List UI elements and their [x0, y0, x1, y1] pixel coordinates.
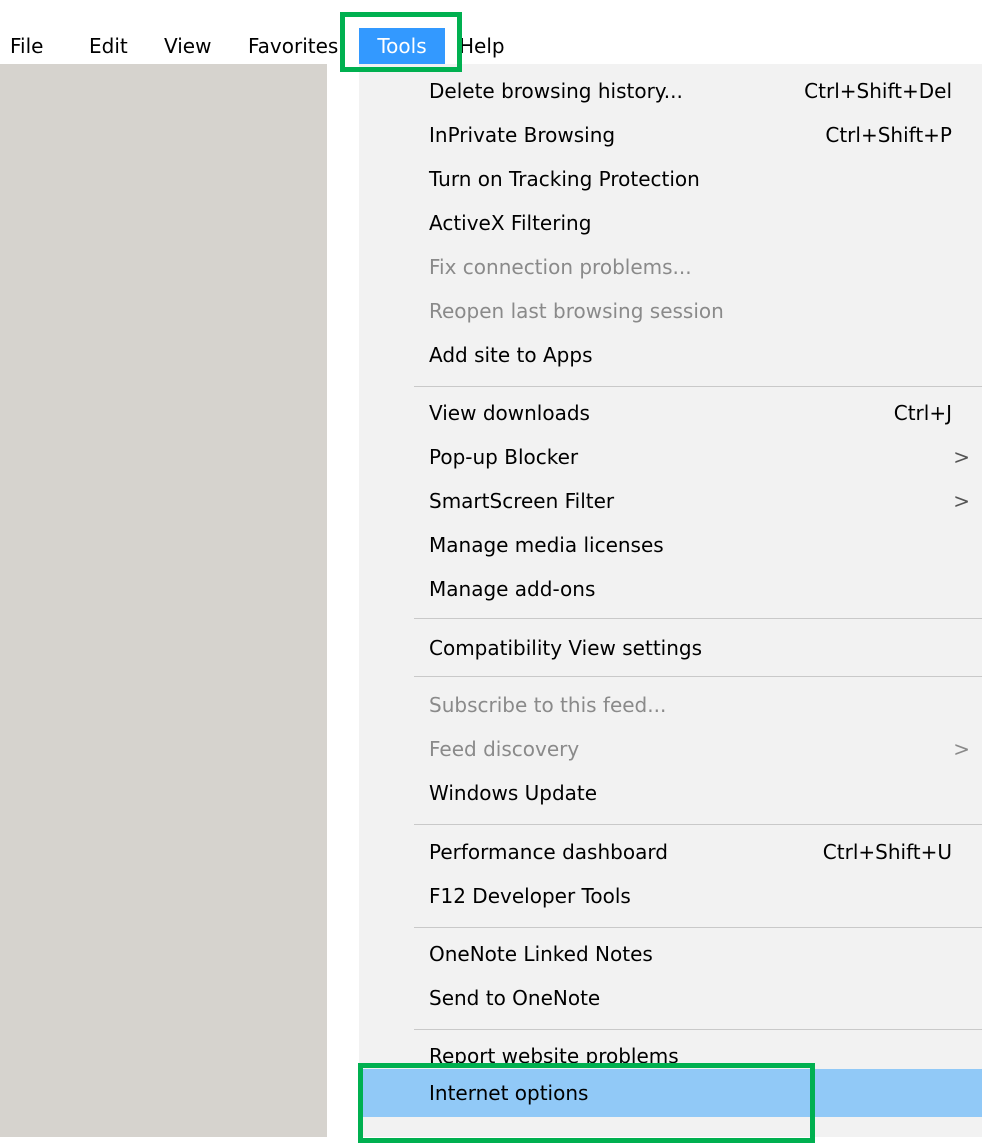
menu-item-label: Internet options — [429, 1081, 589, 1105]
menu-item-label: Subscribe to this feed... — [429, 693, 667, 717]
menu-item-shortcut: Ctrl+Shift+Del — [804, 79, 952, 103]
menu-item-label: Send to OneNote — [429, 986, 601, 1010]
menu-item-label: Reopen last browsing session — [429, 299, 724, 323]
menu-item-fix-connection-problems: Fix connection problems... — [359, 245, 982, 289]
menu-item-label: Fix connection problems... — [429, 255, 692, 279]
menu-help[interactable]: Help — [453, 28, 511, 64]
menu-item-inprivate-browsing[interactable]: InPrivate Browsing Ctrl+Shift+P — [359, 113, 982, 157]
tools-dropdown-menu: Delete browsing history... Ctrl+Shift+De… — [359, 64, 982, 1137]
menu-edit[interactable]: Edit — [83, 28, 134, 64]
menu-item-feed-discovery: Feed discovery > — [359, 727, 982, 771]
menu-item-popup-blocker[interactable]: Pop-up Blocker > — [359, 435, 982, 479]
menu-item-subscribe-to-feed: Subscribe to this feed... — [359, 683, 982, 727]
menu-separator — [414, 824, 982, 825]
menu-item-f12-developer-tools[interactable]: F12 Developer Tools — [359, 874, 982, 918]
menu-separator — [414, 1029, 982, 1030]
menu-item-label: Delete browsing history... — [429, 79, 683, 103]
menu-item-label: View downloads — [429, 401, 590, 425]
menu-file[interactable]: File — [4, 28, 49, 64]
menu-item-label: Turn on Tracking Protection — [429, 167, 700, 191]
menu-gutter — [327, 64, 359, 1137]
menu-item-tracking-protection[interactable]: Turn on Tracking Protection — [359, 157, 982, 201]
menu-tools[interactable]: Tools — [359, 28, 445, 64]
menu-item-shortcut: Ctrl+Shift+P — [825, 123, 952, 147]
menu-item-add-site-to-apps[interactable]: Add site to Apps — [359, 333, 982, 377]
chevron-right-icon: > — [953, 737, 970, 761]
menu-item-label: InPrivate Browsing — [429, 123, 616, 147]
chevron-right-icon: > — [953, 489, 970, 513]
menu-item-label: Manage media licenses — [429, 533, 664, 557]
menu-item-label: ActiveX Filtering — [429, 211, 592, 235]
menu-view[interactable]: View — [158, 28, 217, 64]
menu-item-smartscreen-filter[interactable]: SmartScreen Filter > — [359, 479, 982, 523]
menu-item-label: F12 Developer Tools — [429, 884, 631, 908]
menu-item-manage-add-ons[interactable]: Manage add-ons — [359, 567, 982, 611]
menu-item-shortcut: Ctrl+J — [893, 401, 952, 425]
menu-item-label: Pop-up Blocker — [429, 445, 579, 469]
menu-item-label: Performance dashboard — [429, 840, 668, 864]
menu-item-compatibility-view-settings[interactable]: Compatibility View settings — [359, 626, 982, 670]
menu-item-windows-update[interactable]: Windows Update — [359, 771, 982, 815]
menu-item-reopen-last-session: Reopen last browsing session — [359, 289, 982, 333]
menu-item-activex-filtering[interactable]: ActiveX Filtering — [359, 201, 982, 245]
menu-item-label: Compatibility View settings — [429, 636, 703, 660]
chevron-right-icon: > — [953, 445, 970, 469]
menu-separator — [414, 676, 982, 677]
menu-item-manage-media-licenses[interactable]: Manage media licenses — [359, 523, 982, 567]
menu-item-label: Add site to Apps — [429, 343, 593, 367]
menu-item-label: SmartScreen Filter — [429, 489, 615, 513]
menu-item-send-to-onenote[interactable]: Send to OneNote — [359, 976, 982, 1020]
menu-item-performance-dashboard[interactable]: Performance dashboard Ctrl+Shift+U — [359, 830, 982, 874]
menu-separator — [414, 618, 982, 619]
menu-separator — [414, 386, 982, 387]
menu-item-view-downloads[interactable]: View downloads Ctrl+J — [359, 391, 982, 435]
menu-item-label: OneNote Linked Notes — [429, 942, 653, 966]
menu-item-label: Feed discovery — [429, 737, 580, 761]
menu-item-onenote-linked-notes[interactable]: OneNote Linked Notes — [359, 932, 982, 976]
menu-item-internet-options[interactable]: Internet options — [359, 1069, 982, 1117]
menu-item-delete-browsing-history[interactable]: Delete browsing history... Ctrl+Shift+De… — [359, 69, 982, 113]
page-background — [0, 64, 327, 1137]
menu-separator — [414, 927, 982, 928]
menu-item-label: Manage add-ons — [429, 577, 596, 601]
menu-item-shortcut: Ctrl+Shift+U — [822, 840, 952, 864]
menu-item-label: Windows Update — [429, 781, 598, 805]
menu-favorites[interactable]: Favorites — [242, 28, 345, 64]
